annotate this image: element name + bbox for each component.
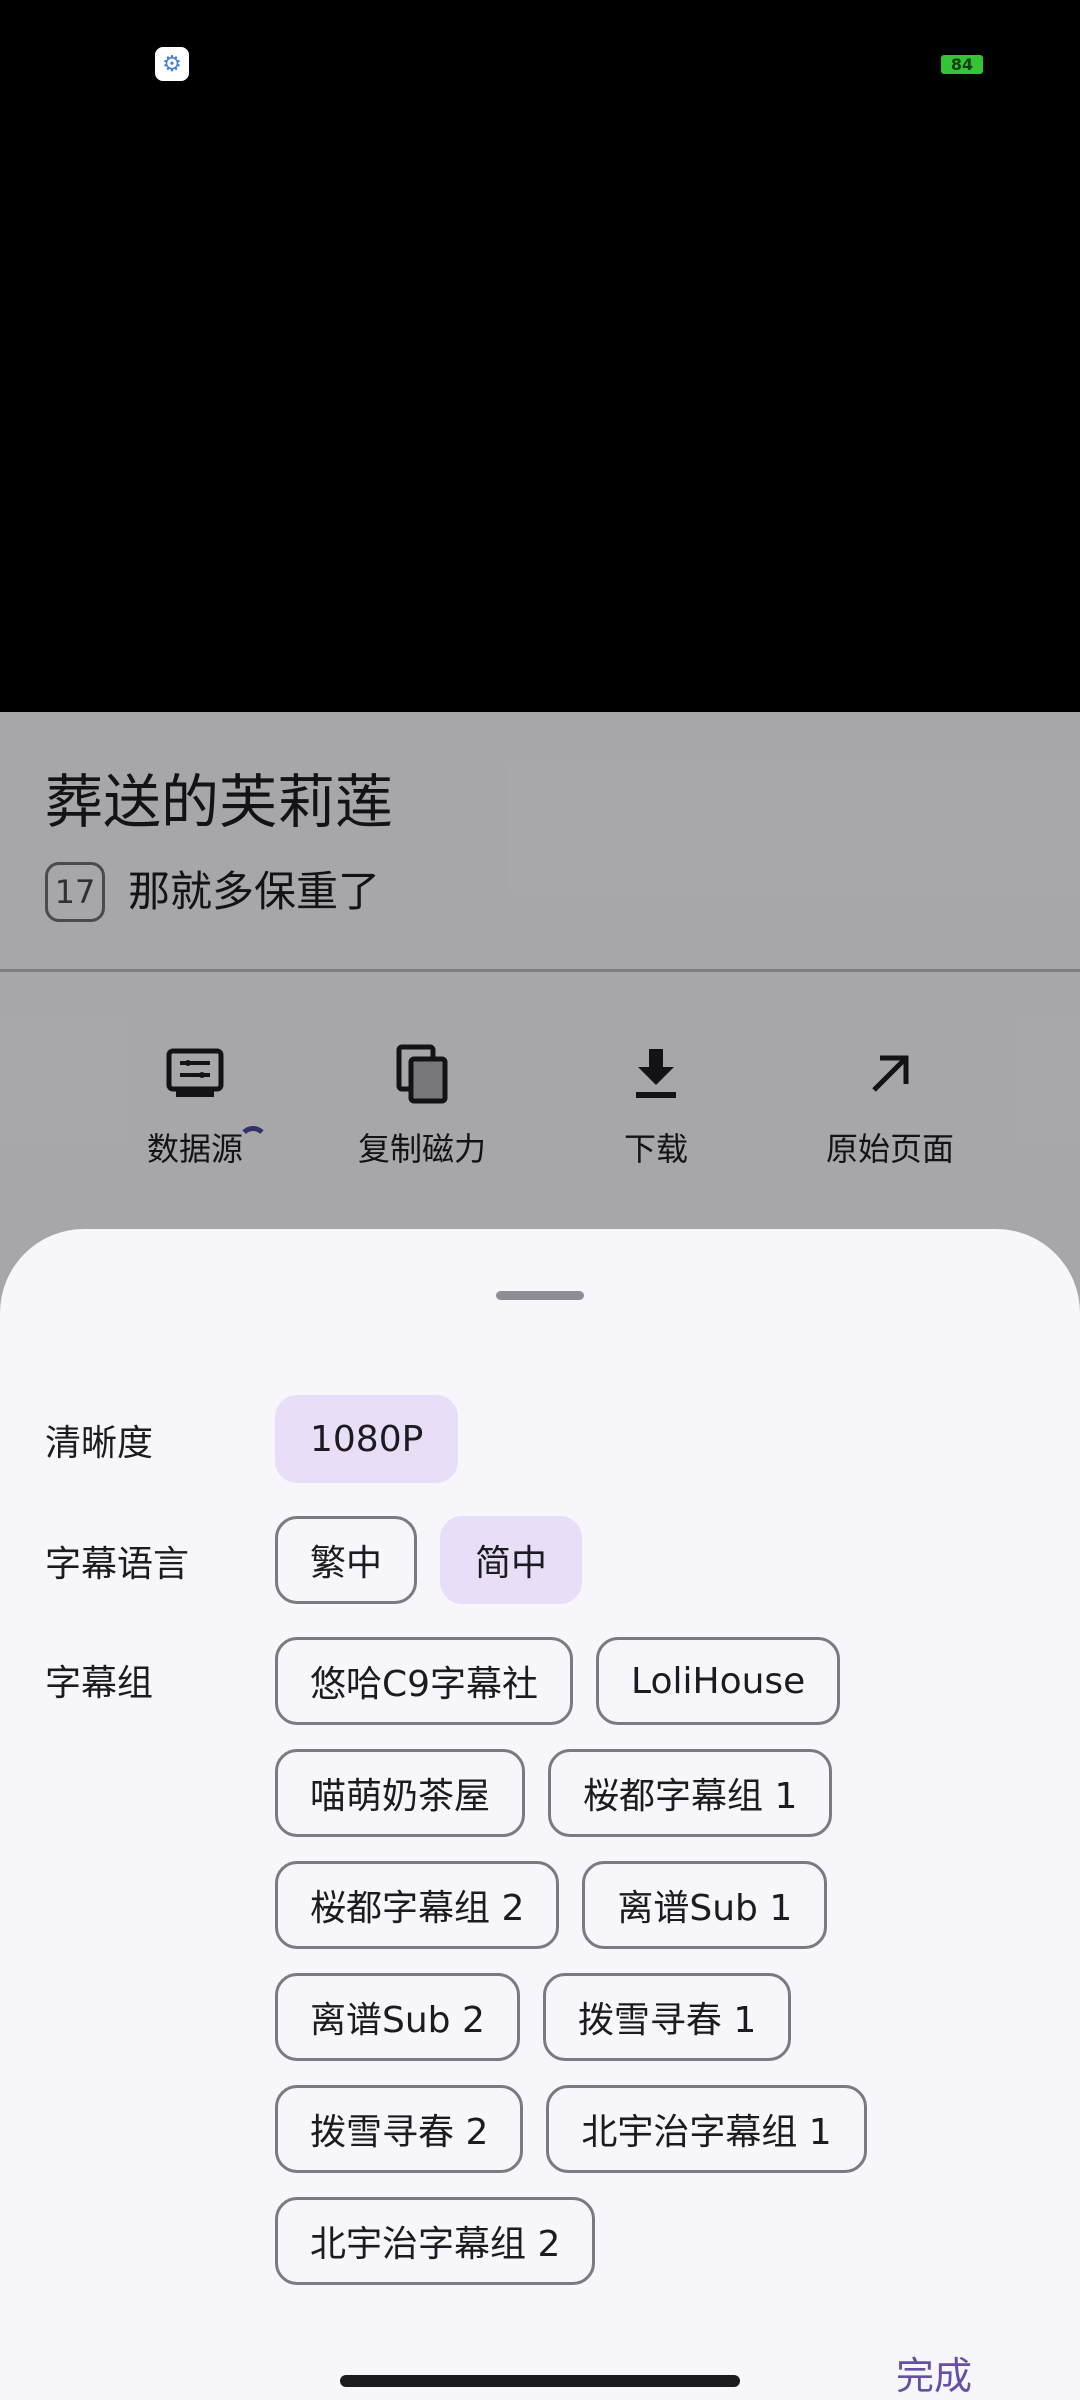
chip-subtitle-group[interactable]: 拨雪寻春 1 — [542, 1973, 792, 2061]
subtitle-group-label: 字幕组 — [45, 1663, 154, 1704]
chip-subtitle-group[interactable]: 北宇治字幕组 2 — [275, 2197, 596, 2285]
video-player[interactable]: ⚙ 84 — [0, 0, 1080, 712]
chip-subtitle-group[interactable]: LoliHouse — [596, 1637, 841, 1725]
subtitle-language-label: 字幕语言 — [45, 1544, 190, 1585]
subtitle-group-chip-group: 悠哈C9字幕社 LoliHouse 喵萌奶茶屋 桜都字幕组 1 桜都字幕组 2 … — [275, 1637, 1035, 2285]
done-button[interactable]: 完成 — [896, 2345, 972, 2400]
subtitle-language-chip-group: 繁中 简中 — [275, 1516, 1035, 1604]
resolution-label: 清晰度 — [45, 1423, 154, 1464]
chip-subtitle-group[interactable]: 离谱Sub 1 — [582, 1861, 828, 1949]
resolution-chip-group: 1080P — [275, 1395, 1035, 1483]
chip-traditional-chinese[interactable]: 繁中 — [275, 1516, 418, 1604]
chip-subtitle-group[interactable]: 拨雪寻春 2 — [275, 2085, 524, 2173]
chip-subtitle-group[interactable]: 离谱Sub 2 — [275, 1973, 520, 2061]
drag-handle[interactable] — [496, 1291, 584, 1300]
chip-subtitle-group[interactable]: 北宇治字幕组 1 — [546, 2085, 867, 2173]
chip-subtitle-group[interactable]: 喵萌奶茶屋 — [275, 1749, 526, 1837]
gear-icon: ⚙ — [155, 47, 189, 81]
battery-indicator: 84 — [941, 55, 983, 74]
home-indicator[interactable] — [340, 2375, 740, 2387]
chip-subtitle-group[interactable]: 悠哈C9字幕社 — [275, 1637, 574, 1725]
chip-subtitle-group[interactable]: 桜都字幕组 1 — [548, 1749, 833, 1837]
chip-subtitle-group[interactable]: 桜都字幕组 2 — [275, 1861, 560, 1949]
chip-resolution-1080p[interactable]: 1080P — [275, 1395, 459, 1483]
filter-bottom-sheet: 清晰度 1080P 字幕语言 繁中 简中 字幕组 悠哈C9字幕社 LoliHou… — [0, 1229, 1080, 2400]
chip-simplified-chinese[interactable]: 简中 — [440, 1516, 583, 1604]
